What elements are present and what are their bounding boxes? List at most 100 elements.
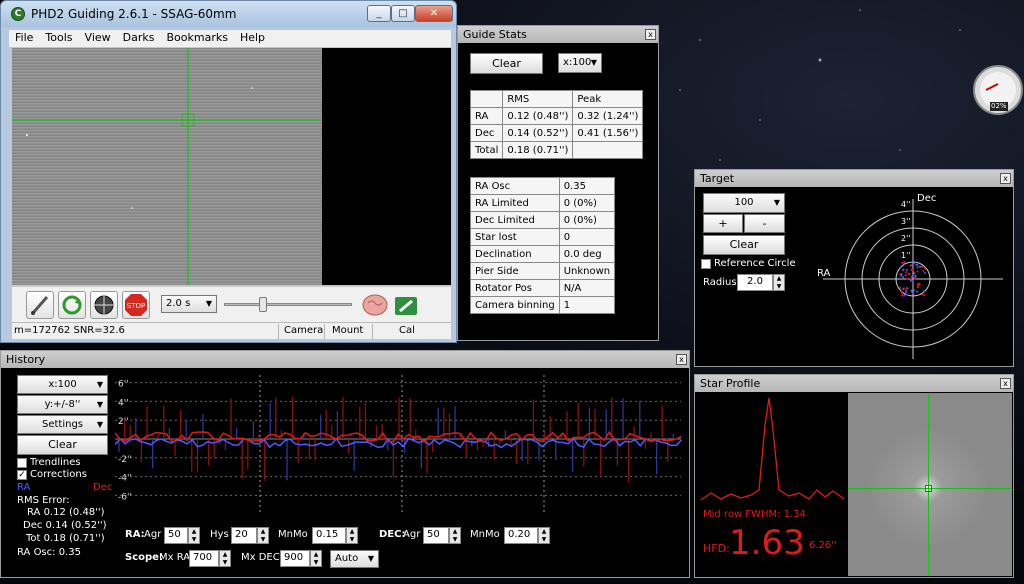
- menu-bookmarks[interactable]: Bookmarks: [160, 30, 233, 45]
- target-point: [904, 289, 907, 292]
- dec-mnmo-spinner[interactable]: ▲ ▼: [538, 527, 550, 544]
- ra-mnmo-input[interactable]: 0.15: [312, 527, 346, 544]
- mx-ra-spinner[interactable]: ▲ ▼: [219, 550, 231, 567]
- menu-view[interactable]: View: [79, 30, 117, 45]
- ra-hys-input[interactable]: 20: [231, 527, 257, 544]
- radius-input[interactable]: 2.0: [737, 274, 773, 291]
- app-icon: C: [11, 7, 25, 21]
- status-mount: Mount: [332, 325, 364, 336]
- table-row: Rotator Pos N/A: [470, 279, 616, 297]
- table-row: RA 0.12 (0.48'') 0.32 (1.24''): [469, 107, 644, 125]
- target-point: [904, 274, 907, 277]
- close-icon[interactable]: x: [1000, 173, 1011, 184]
- hfd-value: 1.63: [729, 523, 805, 563]
- menu-darks[interactable]: Darks: [117, 30, 161, 45]
- title-bar: C PHD2 Guiding 2.6.1 - SSAG-60mm _ □ ✕: [1, 1, 456, 27]
- camera-image-view[interactable]: [12, 48, 322, 285]
- ra-agr-input[interactable]: 50: [164, 527, 188, 544]
- close-icon[interactable]: x: [1000, 378, 1011, 389]
- menu-file[interactable]: File: [9, 30, 39, 45]
- history-x-scale-dropdown[interactable]: x:100 ▼: [17, 375, 108, 394]
- history-settings-dropdown[interactable]: Settings ▼: [17, 415, 108, 434]
- gamma-slider[interactable]: [224, 297, 352, 312]
- minimize-button[interactable]: _: [367, 5, 391, 22]
- table-row: RMS Peak: [469, 90, 644, 108]
- target-point: [901, 292, 904, 295]
- mx-ra-input[interactable]: 700: [189, 550, 219, 567]
- target-point: [913, 272, 916, 275]
- maximize-button[interactable]: □: [391, 5, 415, 22]
- exposure-dropdown[interactable]: 2.0 s ▼: [161, 295, 217, 313]
- radius-spinner[interactable]: ▲ ▼: [773, 274, 785, 291]
- zoom-out-button[interactable]: -: [744, 214, 785, 233]
- chevron-down-icon: ▼: [96, 400, 103, 409]
- mx-dec-spinner[interactable]: ▲ ▼: [310, 550, 322, 567]
- close-icon[interactable]: x: [676, 354, 687, 365]
- star-zoom-image: [848, 393, 1012, 576]
- table-row: Dec 0.14 (0.52'') 0.41 (1.56''): [469, 124, 644, 142]
- ra-agr-spinner[interactable]: ▲ ▼: [188, 527, 200, 544]
- history-title: History: [1, 351, 689, 368]
- close-icon[interactable]: x: [645, 29, 656, 40]
- mode-dropdown[interactable]: Auto ▼: [330, 550, 379, 568]
- trendlines-checkbox[interactable]: [17, 458, 27, 468]
- menu-tools[interactable]: Tools: [39, 30, 78, 45]
- chevron-down-icon: ▼: [590, 58, 597, 67]
- mx-dec-input[interactable]: 900: [280, 550, 310, 567]
- stats-scale-value: x:100: [563, 57, 592, 68]
- table-row: RA Osc 0.35: [470, 177, 616, 195]
- guide-stats-title: Guide Stats: [458, 26, 658, 43]
- mode-value: Auto: [335, 553, 359, 564]
- close-button[interactable]: ✕: [415, 5, 453, 22]
- target-point: [904, 271, 907, 274]
- guide-button[interactable]: [58, 291, 86, 319]
- history-y-scale-dropdown[interactable]: y:+/-8'' ▼: [17, 395, 108, 414]
- y-tick-label: -2'': [118, 455, 132, 465]
- stats-scale-dropdown[interactable]: x:100 ▼: [558, 53, 602, 73]
- chevron-down-icon: ▼: [773, 198, 780, 207]
- ra-axis-label: RA: [817, 268, 831, 279]
- zoom-in-button[interactable]: +: [703, 214, 743, 233]
- dec-mnmo-input[interactable]: 0.20: [504, 527, 538, 544]
- target-point: [909, 279, 912, 282]
- menu-help[interactable]: Help: [234, 30, 271, 45]
- target-point: [922, 269, 925, 272]
- status-camera: Camera: [284, 325, 324, 336]
- slider-thumb[interactable]: [259, 297, 267, 312]
- target-point: [912, 289, 915, 292]
- history-x-scale-value: x:100: [48, 379, 77, 390]
- status-info: m=172762 SNR=32.6: [14, 325, 125, 336]
- loop-exposures-button[interactable]: [26, 291, 54, 319]
- target-point: [905, 293, 908, 296]
- ra-mnmo-spinner[interactable]: ▲ ▼: [346, 527, 358, 544]
- wrench-icon[interactable]: [392, 291, 420, 319]
- stats-clear-button[interactable]: Clear: [470, 53, 543, 74]
- ra-hys-spinner[interactable]: ▲ ▼: [257, 527, 269, 544]
- target-clear-button[interactable]: Clear: [703, 235, 785, 255]
- status-bar: m=172762 SNR=32.6 Camera Mount Cal: [12, 322, 451, 339]
- main-toolbar: STOP 2.0 s ▼: [12, 286, 451, 322]
- history-clear-button[interactable]: Clear: [17, 435, 108, 455]
- table-row: RA Limited 0 (0%): [470, 194, 616, 212]
- dec-agr-spinner[interactable]: ▲ ▼: [449, 527, 461, 544]
- hfd-label: HFD:: [703, 542, 730, 555]
- brain-icon[interactable]: [360, 291, 390, 319]
- dec-mnmo-label: MnMo: [470, 529, 500, 540]
- history-graph: 6'' 4'' 2'' -2'' -4'' -6'': [115, 375, 683, 515]
- rms-dec: Dec 0.14 (0.52''): [23, 520, 107, 531]
- target-zoom-dropdown[interactable]: 100 ▼: [703, 193, 785, 213]
- y-tick-label: -6'': [118, 492, 132, 502]
- crosshair-button[interactable]: [90, 291, 118, 319]
- reference-circle-checkbox[interactable]: [701, 259, 711, 269]
- target-point: [916, 290, 919, 293]
- stop-button[interactable]: STOP: [122, 291, 150, 319]
- target-tick-3: 3'': [901, 217, 911, 226]
- ra-legend: RA: [17, 482, 31, 493]
- ra-agr-label: Agr: [144, 529, 162, 540]
- target-point: [903, 294, 906, 297]
- ra-osc: RA Osc: 0.35: [17, 547, 81, 558]
- target-panel: Target x 100 ▼ + - Clear Reference Circle…: [694, 169, 1014, 367]
- corrections-checkbox[interactable]: ✓: [17, 470, 27, 480]
- dec-agr-input[interactable]: 50: [423, 527, 449, 544]
- chevron-down-icon: ▼: [367, 554, 374, 563]
